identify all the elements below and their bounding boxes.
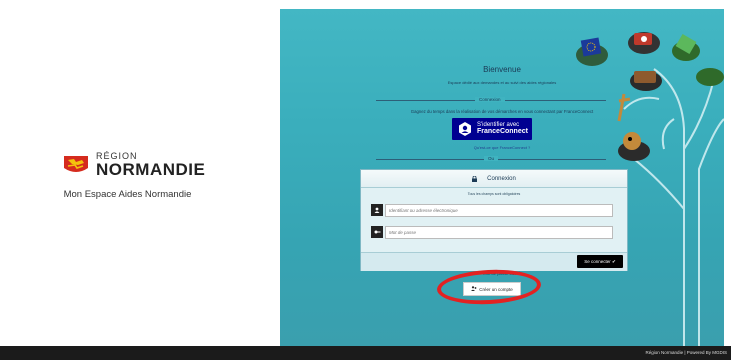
- region-normandie-logo: RÉGION NORMANDIE: [62, 152, 205, 178]
- welcome-subtitle: Espace dédié aux demandes et au suivi de…: [447, 80, 557, 85]
- connect-button[interactable]: Se connecter ✔: [577, 255, 623, 268]
- login-header: Connexion: [361, 170, 627, 188]
- login-title: Connexion: [487, 175, 516, 182]
- separator-label: Ou: [484, 156, 499, 161]
- page-title: Mon Espace Aides Normandie: [63, 189, 192, 200]
- left-panel: RÉGION NORMANDIE Mon Espace Aides Norman…: [0, 0, 278, 346]
- password-field: [371, 225, 613, 239]
- franceconnect-section-label: Connexion: [475, 97, 505, 102]
- logo-region-name: NORMANDIE: [96, 160, 206, 179]
- lock-icon: [472, 175, 478, 182]
- key-icon: [371, 226, 383, 238]
- franceconnect-info-link[interactable]: Qu'est-ce que FranceConnect ?: [280, 145, 724, 150]
- welcome-title: Bienvenue: [483, 65, 521, 74]
- franceconnect-button-line2: FranceConnect: [477, 128, 528, 136]
- normandie-flag-icon: [62, 154, 90, 176]
- required-fields-note: Tous les champs sont obligatoires: [467, 192, 521, 196]
- login-panel: Bienvenue Espace dédié aux demandes et a…: [280, 9, 724, 346]
- identifier-input[interactable]: [385, 203, 613, 217]
- footer-text: Région Normandie | Powered By MGDIS: [645, 350, 727, 355]
- password-input[interactable]: [385, 225, 613, 239]
- login-form: Connexion Tous les champs sont obligatoi…: [360, 169, 628, 271]
- franceconnect-description: Gagnez du temps dans la réalisation de v…: [410, 109, 594, 114]
- footer-bar: Région Normandie | Powered By MGDIS: [0, 346, 731, 360]
- user-icon: [371, 204, 383, 216]
- franceconnect-icon: [459, 122, 471, 136]
- identifier-field: [371, 203, 613, 217]
- login-footer: Se connecter ✔: [361, 252, 627, 271]
- franceconnect-button[interactable]: S'identifier avec FranceConnect: [452, 118, 532, 140]
